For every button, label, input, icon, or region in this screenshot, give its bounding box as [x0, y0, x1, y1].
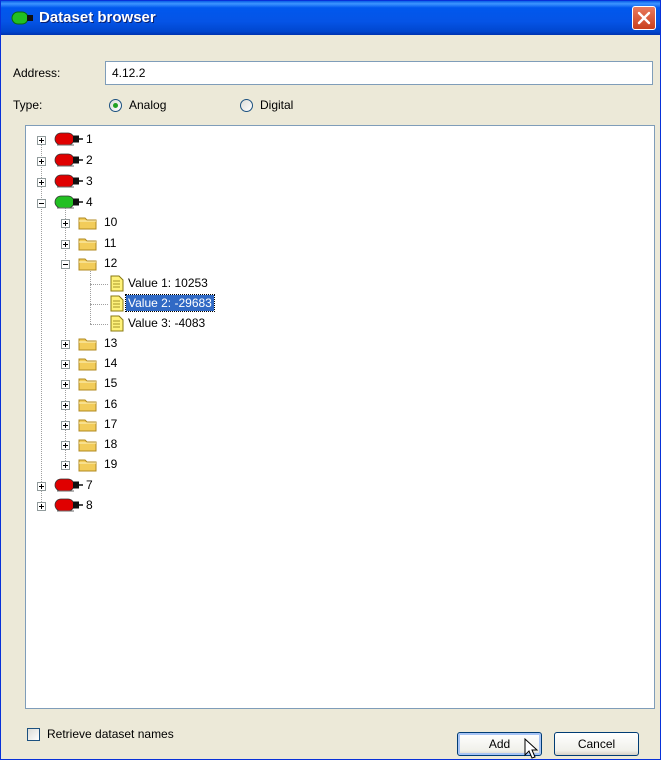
folder-icon: [78, 417, 98, 435]
title-bar[interactable]: Dataset browser: [1, 1, 660, 35]
expand-icon[interactable]: [61, 340, 70, 349]
tree-node-label[interactable]: 2: [84, 152, 95, 168]
expand-icon[interactable]: [37, 482, 46, 491]
tree-node-label[interactable]: 13: [102, 335, 119, 351]
folder-icon: [78, 336, 98, 354]
plug-icon: [54, 498, 84, 515]
close-button[interactable]: [632, 6, 656, 30]
expand-icon[interactable]: [37, 178, 46, 187]
expand-icon[interactable]: [61, 240, 70, 249]
document-icon: [110, 275, 124, 295]
tree-node-label[interactable]: 8: [84, 497, 95, 513]
tree-value-label-selected[interactable]: Value 2: -29683: [125, 294, 215, 312]
address-label: Address:: [13, 66, 61, 80]
tree-value-label[interactable]: Value 3: -4083: [126, 315, 207, 331]
tree-node-label[interactable]: 4: [84, 194, 95, 210]
plug-icon: [54, 174, 84, 191]
expand-icon[interactable]: [61, 219, 70, 228]
radio-digital-label[interactable]: Digital: [260, 98, 293, 112]
tree-node-label[interactable]: 11: [102, 235, 118, 251]
expand-icon[interactable]: [61, 401, 70, 410]
radio-analog[interactable]: [109, 99, 122, 112]
window-title: Dataset browser: [39, 9, 156, 26]
tree-node-label[interactable]: 19: [102, 456, 119, 472]
plug-icon: [54, 478, 84, 495]
expand-icon[interactable]: [61, 461, 70, 470]
folder-icon: [78, 256, 98, 274]
folder-icon: [78, 397, 98, 415]
radio-analog-label[interactable]: Analog: [129, 98, 166, 112]
tree-value-label[interactable]: Value 1: 10253: [126, 275, 210, 291]
tree-node-label[interactable]: 14: [102, 355, 119, 371]
expand-icon[interactable]: [37, 136, 46, 145]
plug-icon: [54, 195, 84, 212]
folder-icon: [78, 356, 98, 374]
tree-node-label[interactable]: 18: [102, 436, 119, 452]
collapse-icon[interactable]: [61, 260, 70, 269]
document-icon: [110, 315, 124, 335]
tree-node-label[interactable]: 1: [84, 131, 95, 147]
plug-icon: [54, 132, 84, 149]
tree-node-label[interactable]: 3: [84, 173, 95, 189]
folder-icon: [78, 457, 98, 475]
collapse-icon[interactable]: [37, 199, 46, 208]
expand-icon[interactable]: [37, 502, 46, 511]
folder-icon: [78, 376, 98, 394]
dataset-browser-window: Dataset browser Address: Type: Analog Di…: [0, 0, 661, 760]
dataset-tree[interactable]: 1 2 3 4 10 11 12 Value 1: 10253 Value 2:…: [25, 125, 655, 709]
plug-icon: [54, 153, 84, 170]
cancel-button[interactable]: Cancel: [554, 732, 639, 756]
expand-icon[interactable]: [61, 441, 70, 450]
expand-icon[interactable]: [61, 380, 70, 389]
retrieve-names-label[interactable]: Retrieve dataset names: [47, 727, 174, 741]
address-input[interactable]: [105, 61, 653, 85]
tree-node-label[interactable]: 15: [102, 375, 119, 391]
tree-node-label[interactable]: 7: [84, 477, 95, 493]
folder-icon: [78, 437, 98, 455]
tree-node-label[interactable]: 17: [102, 416, 119, 432]
expand-icon[interactable]: [61, 360, 70, 369]
type-label: Type:: [13, 98, 43, 112]
close-icon: [637, 11, 651, 25]
plug-icon: [11, 10, 35, 29]
folder-icon: [78, 236, 98, 254]
radio-digital[interactable]: [240, 99, 253, 112]
mouse-cursor-icon: [524, 738, 539, 759]
tree-node-label[interactable]: 12: [102, 255, 119, 271]
retrieve-names-checkbox[interactable]: [27, 728, 40, 741]
document-icon: [110, 295, 124, 315]
expand-icon[interactable]: [37, 157, 46, 166]
expand-icon[interactable]: [61, 421, 70, 430]
tree-node-label[interactable]: 16: [102, 396, 119, 412]
tree-node-label[interactable]: 10: [102, 214, 119, 230]
folder-icon: [78, 215, 98, 233]
